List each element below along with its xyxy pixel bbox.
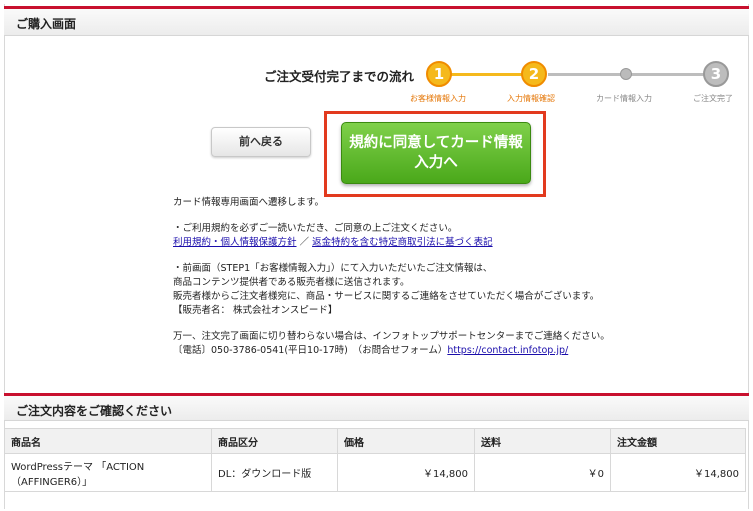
cell-total: ￥14,800: [610, 453, 746, 492]
cell-product-name: WordPressテーマ 「ACTION （AFFINGER6）」: [4, 453, 212, 492]
step-1-circle: 1: [426, 61, 452, 87]
support-contact: 〔電話〕050-3786-0541(平日10-17時) （お問合せフォーム）ht…: [173, 344, 733, 358]
cell-product-type: DL：ダウンロード版: [211, 453, 338, 492]
agree-button-line1: 規約に同意してカード情報: [349, 135, 523, 151]
purchase-section-title: ご購入画面: [16, 17, 77, 31]
commercial-law-link[interactable]: 返金特約を含む特定商取引法に基づく表記: [312, 237, 493, 248]
step-3-label: ご注文完了: [693, 94, 733, 103]
product-name-line1: WordPressテーマ 「ACTION: [11, 461, 145, 473]
contact-form-link[interactable]: https://contact.infotop.jp/: [447, 345, 568, 356]
step-card-label: カード情報入力: [596, 94, 652, 103]
note-redirect: カード情報専用画面へ遷移します。: [173, 197, 325, 208]
confirm-section-title: ご注文内容をご確認ください: [16, 404, 173, 418]
terms-privacy-link[interactable]: 利用規約・個人情報保護方針: [173, 237, 297, 248]
col-price: 価格: [337, 428, 475, 454]
col-total: 注文金額: [610, 428, 746, 454]
purchase-section-header: ご購入画面: [4, 6, 749, 36]
note-sent-to-seller: 商品コンテンツ提供者である販売者様に送信されます。: [173, 277, 410, 288]
confirm-section-header: ご注文内容をご確認ください: [4, 393, 749, 421]
step-3-number: 3: [710, 65, 722, 83]
step-1-label: お客様情報入力: [410, 94, 466, 103]
flow-title: ご注文受付完了までの流れ: [264, 69, 415, 84]
col-product-name: 商品名: [4, 428, 212, 454]
step-1-number: 1: [433, 65, 445, 83]
note-seller-contact: 販売者様からご注文者様宛に、商品・サービスに関するご連絡をさせていただく場合がご…: [173, 291, 600, 302]
table-header-row: 商品名 商品区分 価格 送料 注文金額: [4, 428, 746, 454]
step-card-dot: [620, 68, 632, 80]
back-button[interactable]: 前へ戻る: [211, 127, 311, 157]
terms-links: 利用規約・個人情報保護方針 ／ 返金特約を含む特定商取引法に基づく表記: [173, 236, 733, 250]
step-connector-1: [450, 73, 532, 76]
cell-shipping: ￥0: [474, 453, 611, 492]
note-terms: ・ご利用規約を必ずご一読いただき、ご同意の上ご注文ください。: [173, 223, 458, 234]
seller-name: 【販売者名： 株式会社オンスピード】: [173, 305, 338, 316]
step-3-circle: 3: [703, 61, 729, 87]
agree-button-line2: 入力へ: [414, 155, 458, 171]
notes-block: カード情報専用画面へ遷移します。 ・ご利用規約を必ずご一読いただき、ご同意の上ご…: [173, 196, 733, 358]
table-row: WordPressテーマ 「ACTION （AFFINGER6）」 DL：ダウン…: [4, 453, 746, 492]
support-phone: 〔電話〕050-3786-0541(平日10-17時) （お問合せフォーム）: [173, 345, 448, 356]
note-previous-step: ・前画面（STEP1「お客様情報入力」）にて入力いただいたご注文情報は、: [173, 263, 493, 274]
links-separator: ／: [296, 237, 313, 248]
step-2-label: 入力情報確認: [507, 94, 555, 103]
col-product-type: 商品区分: [211, 428, 338, 454]
step-2-number: 2: [528, 65, 540, 83]
step-2-circle: 2: [521, 61, 547, 87]
order-table: 商品名 商品区分 価格 送料 注文金額 WordPressテーマ 「ACTION…: [4, 428, 746, 492]
col-shipping: 送料: [474, 428, 611, 454]
agree-and-enter-card-button[interactable]: 規約に同意してカード情報 入力へ: [341, 122, 531, 184]
note-support: 万一、注文完了画面に切り替わらない場合は、インフォトップサポートセンターまでご連…: [173, 331, 610, 342]
product-name-line2: （AFFINGER6）」: [11, 476, 93, 488]
cell-price: ￥14,800: [337, 453, 475, 492]
